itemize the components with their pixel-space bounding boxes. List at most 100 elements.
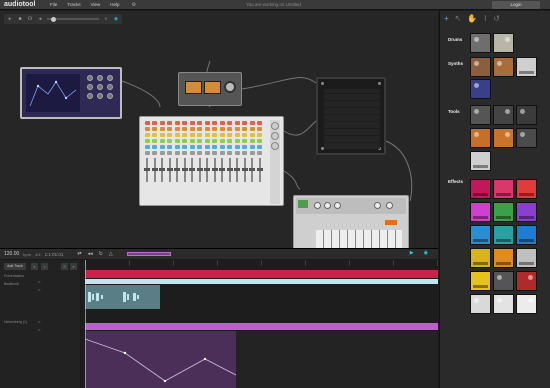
clip-pulverisateur[interactable]	[85, 270, 438, 278]
device-tile-synth[interactable]	[493, 57, 514, 77]
channel-knob[interactable]	[167, 151, 172, 155]
solo-icon[interactable]: ▪▪	[38, 288, 40, 292]
channel-knob[interactable]	[249, 133, 255, 137]
synth-knob[interactable]	[87, 84, 93, 90]
channel-knob[interactable]	[242, 151, 247, 155]
channel-knob[interactable]	[257, 145, 262, 149]
channel-knob[interactable]	[204, 127, 210, 131]
channel-knob[interactable]	[159, 127, 165, 131]
channel-knob[interactable]	[174, 133, 180, 137]
device-tile-effect[interactable]	[470, 248, 491, 268]
channel-knob[interactable]	[197, 151, 202, 155]
channel-knob[interactable]	[249, 139, 255, 143]
mixer-channel-strip[interactable]	[204, 121, 210, 203]
channel-knob[interactable]	[159, 151, 165, 155]
device-tile-effect[interactable]	[516, 179, 537, 199]
channel-knob[interactable]	[242, 127, 247, 131]
loop-region-scrubber[interactable]	[126, 252, 171, 256]
channel-knob[interactable]	[144, 121, 150, 125]
pointer-icon[interactable]: ↖	[455, 14, 462, 23]
device-tile-drum-machine[interactable]	[493, 33, 514, 53]
pad-grid[interactable]	[324, 89, 380, 149]
login-button[interactable]: Login	[492, 1, 540, 9]
channel-knob[interactable]	[227, 145, 232, 149]
channel-knob[interactable]	[257, 133, 262, 137]
mixer-channel-strip[interactable]	[234, 121, 240, 203]
channel-knob[interactable]	[189, 133, 195, 137]
master-dial[interactable]	[271, 122, 279, 130]
channel-knob[interactable]	[182, 133, 187, 137]
channel-knob[interactable]	[167, 127, 172, 131]
channel-fader[interactable]	[174, 158, 180, 182]
channel-fader[interactable]	[256, 158, 263, 182]
synth-knob[interactable]	[107, 75, 113, 81]
mixer-channel-strip[interactable]	[211, 121, 218, 203]
device-tile-tool[interactable]	[470, 151, 491, 171]
track-tool-icon[interactable]: ♪	[41, 263, 48, 270]
channel-knob[interactable]	[257, 151, 262, 155]
channel-fader[interactable]	[219, 158, 225, 182]
channel-fader[interactable]	[159, 158, 165, 182]
timeline-area[interactable]	[81, 260, 438, 388]
channel-knob[interactable]	[174, 145, 180, 149]
mixer-channel-strip[interactable]	[256, 121, 263, 203]
clip-heisenberg[interactable]	[85, 323, 438, 330]
channel-knob[interactable]	[227, 139, 232, 143]
channel-fader[interactable]	[189, 158, 195, 182]
mixer-channel-strip[interactable]	[196, 121, 203, 203]
channel-knob[interactable]	[159, 121, 165, 125]
mixer-channel-strip[interactable]	[241, 121, 248, 203]
bassline-knob[interactable]	[314, 202, 321, 209]
synth-knob[interactable]	[107, 84, 113, 90]
bassline-device[interactable]	[293, 195, 409, 253]
device-tile-effect[interactable]	[493, 271, 514, 291]
channel-knob[interactable]	[197, 121, 202, 125]
channel-knob[interactable]	[212, 121, 217, 125]
device-tile-effect[interactable]	[516, 202, 537, 222]
mute-icon[interactable]: ▪▪	[38, 280, 40, 284]
amp-device[interactable]	[178, 72, 242, 106]
mixer-channel-strip[interactable]	[159, 121, 165, 203]
channel-knob[interactable]	[234, 127, 240, 131]
channel-knob[interactable]	[159, 145, 165, 149]
channel-knob[interactable]	[212, 139, 217, 143]
bassline-run-button[interactable]	[385, 220, 397, 225]
mixer-channel-strip[interactable]	[144, 121, 150, 203]
channel-knob[interactable]	[257, 139, 262, 143]
synth-knob[interactable]	[87, 93, 93, 99]
channel-knob[interactable]	[227, 121, 232, 125]
channel-knob[interactable]	[249, 127, 255, 131]
rewind-icon[interactable]: ◂◂	[88, 251, 93, 257]
channel-fader[interactable]	[151, 158, 158, 182]
channel-knob[interactable]	[152, 151, 157, 155]
channel-knob[interactable]	[144, 133, 150, 137]
desktop-workspace[interactable]: ▸ ■ ☊ ◂ ◗ ◆	[0, 11, 438, 253]
channel-knob[interactable]	[152, 127, 157, 131]
playhead[interactable]	[85, 260, 86, 388]
mixer-channel-strip[interactable]	[219, 121, 225, 203]
amp-dial[interactable]	[224, 81, 236, 93]
master-dial[interactable]	[271, 132, 279, 140]
channel-knob[interactable]	[152, 145, 157, 149]
channel-fader[interactable]	[181, 158, 188, 182]
channel-knob[interactable]	[182, 127, 187, 131]
device-tile-tool[interactable]	[493, 128, 514, 148]
track-name-2[interactable]: Beatbox8	[4, 282, 19, 286]
channel-knob[interactable]	[144, 145, 150, 149]
bassline-knob[interactable]	[374, 202, 381, 209]
channel-knob[interactable]	[227, 127, 232, 131]
channel-knob[interactable]	[189, 121, 195, 125]
channel-knob[interactable]	[197, 139, 202, 143]
bpm-value[interactable]: 120.00	[4, 251, 19, 257]
channel-knob[interactable]	[219, 139, 225, 143]
channel-knob[interactable]	[242, 145, 247, 149]
channel-fader[interactable]	[226, 158, 233, 182]
channel-fader[interactable]	[204, 158, 210, 182]
device-tile-effect[interactable]	[493, 202, 514, 222]
channel-knob[interactable]	[234, 145, 240, 149]
device-tile-effect[interactable]	[516, 294, 537, 314]
channel-knob[interactable]	[242, 139, 247, 143]
time-signature[interactable]: 4/4	[35, 252, 41, 257]
record-icon[interactable]: ◉	[424, 250, 428, 256]
timeline-ruler[interactable]	[85, 260, 438, 266]
